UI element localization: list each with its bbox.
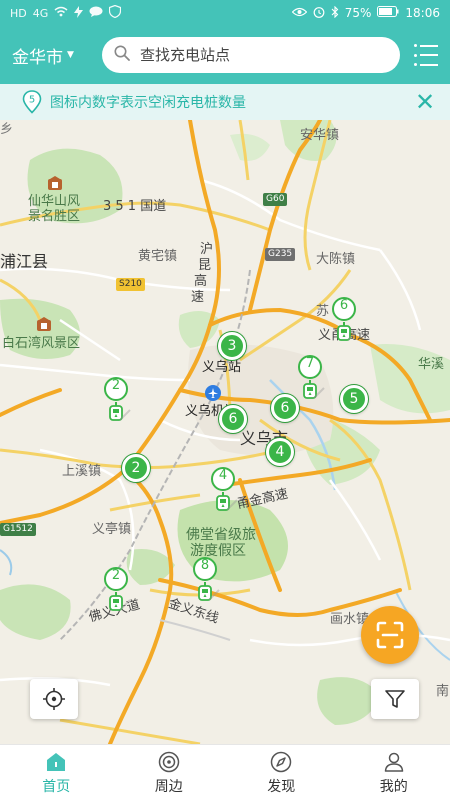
map-label: 安华镇 [300,128,340,143]
map-label: 乡 [0,122,14,137]
map-label: 景名胜区 [28,209,81,224]
eye-icon [291,6,308,20]
pin-count: 6 [339,298,349,313]
map-label: 义亭镇 [92,522,132,537]
map-label: 华溪 [418,357,445,372]
search-icon [114,45,130,65]
pin-count: 2 [111,378,121,393]
river [0,549,13,576]
road-shield: G60 [263,193,288,206]
signal-icon: 4G [32,6,49,20]
map-label: 3 5 1 国道 [103,199,167,214]
clock-time: 18:06 [405,6,440,20]
station-pin[interactable]: 8 [189,556,221,604]
notice-pin-number: 5 [29,95,35,106]
message-icon [89,6,103,21]
city-label: 金华市 [12,47,63,68]
scenic-area-icon [37,317,51,331]
map-label: 大陈镇 [316,252,356,267]
status-right: 75% 18:06 [291,5,440,21]
map-label: 黄宅镇 [138,249,178,264]
station-pin[interactable]: 2 [100,566,132,614]
station-pin[interactable]: 4 [207,466,239,514]
road-shield: S210 [116,278,145,291]
filter-icon [385,690,405,708]
station-pin[interactable]: 2 [100,376,132,424]
tab-profile[interactable]: 我的 [338,745,450,800]
filter-button[interactable] [371,679,419,719]
map-view[interactable]: 安华镇 乡 仙华山风 景名胜区 3 5 1 国道 黄宅镇 浦江县 大陈镇 沪 昆… [0,120,450,744]
tab-label: 周边 [154,778,183,795]
park-area [230,133,270,161]
tab-label: 我的 [379,778,408,795]
status-left: HD 4G [10,4,292,21]
radar-icon [158,751,179,772]
tab-discover[interactable]: 发现 [225,745,338,800]
map-label: 浦江县 [0,252,49,271]
battery-text: 75% [344,6,372,20]
app-shield-icon [109,4,122,21]
wifi-icon [54,6,68,20]
local-road [159,619,231,641]
pin-count: 4 [218,468,228,483]
notice-banner: 5 图标内数字表示空闲充电桩数量 ✕ [0,84,450,120]
tab-label: 首页 [42,778,71,795]
list-menu-button[interactable] [414,44,440,66]
station-pin[interactable]: 6 [328,296,360,344]
station-cluster[interactable]: 2 [122,454,150,482]
railway [59,269,251,641]
notice-text: 图标内数字表示空闲充电桩数量 [50,95,246,111]
bluetooth-icon [331,5,339,21]
station-cluster[interactable]: 4 [266,438,294,466]
locate-button[interactable] [30,679,78,719]
alarm-icon [313,6,325,21]
map-label: 白石湾风景区 [2,336,81,351]
map-label: 上溪镇 [62,464,102,479]
close-icon[interactable]: ✕ [412,90,438,114]
tab-label: 发现 [267,778,296,795]
hd-icon: HD [10,6,27,20]
status-bar: HD 4G 75% 18:06 [0,0,450,26]
station-cluster[interactable]: 3 [218,332,246,360]
station-cluster[interactable]: 6 [219,405,247,433]
caret-down-icon: ▼ [67,50,74,60]
battery-icon [377,6,399,20]
search-input[interactable] [140,46,388,64]
city-selector[interactable]: 金华市 ▼ [12,43,102,68]
user-icon [384,752,403,772]
app-header: 金华市 ▼ [0,26,450,84]
road-shield: G235 [265,248,296,261]
station-pin[interactable]: 7 [294,354,326,402]
pin-count: 7 [305,356,315,371]
bolt-icon [74,5,84,21]
map-label: 速 [191,290,205,305]
compass-icon [271,751,292,772]
list-icon [414,44,440,47]
station-cluster[interactable]: 5 [340,385,368,413]
airport-icon [205,385,221,401]
road-shield: G1512 [0,523,36,536]
bottom-tab-bar: 首页 周边 发现 我的 [0,744,450,800]
tab-home[interactable]: 首页 [0,745,113,800]
map-label: 南 [436,684,450,699]
tab-nearby[interactable]: 周边 [113,745,226,800]
crosshair-icon [43,688,65,710]
pin-count: 8 [200,558,210,573]
location-pin-icon: 5 [22,90,42,114]
park-area [0,584,71,640]
search-box[interactable] [102,37,400,73]
scan-button[interactable] [361,606,419,664]
home-icon [47,752,66,771]
scan-icon [376,621,404,649]
scenic-area-icon [48,176,62,190]
pin-count: 2 [111,568,121,583]
